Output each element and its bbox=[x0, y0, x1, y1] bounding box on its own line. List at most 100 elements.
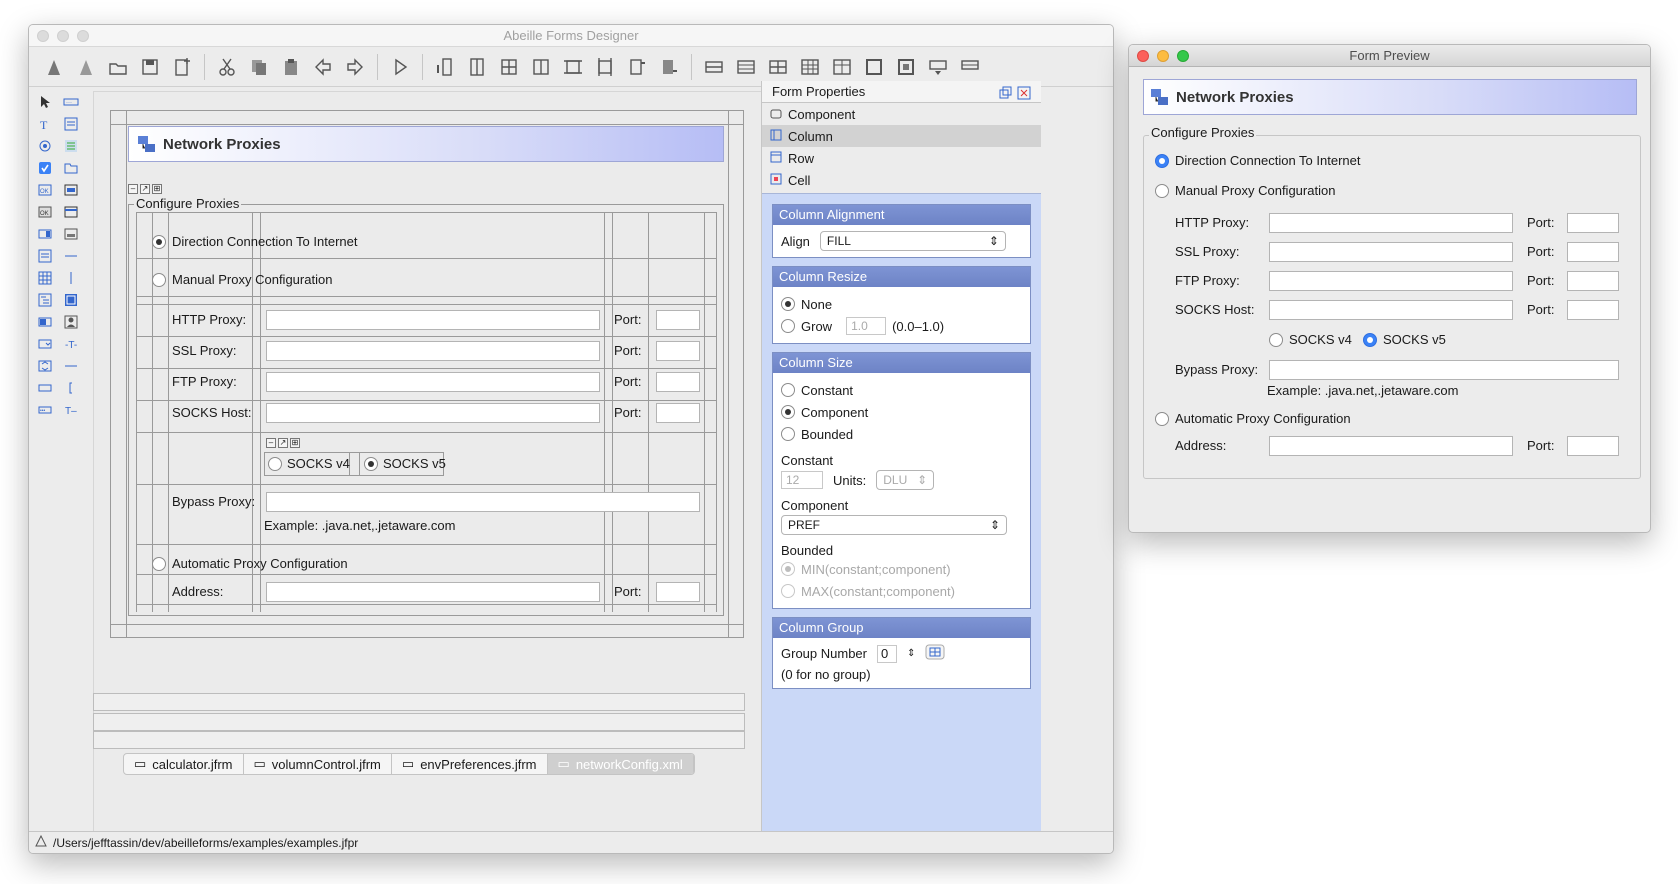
socks-port-field[interactable] bbox=[656, 403, 700, 423]
size-bounded-option[interactable]: Bounded bbox=[781, 423, 1022, 445]
bounded-min-option[interactable]: MIN(constant;component) bbox=[781, 558, 1022, 580]
preview-ftp-port-field[interactable] bbox=[1567, 271, 1619, 291]
ftp-proxy-field[interactable] bbox=[266, 372, 600, 392]
props-node-row[interactable]: Row bbox=[762, 147, 1041, 169]
address-field[interactable] bbox=[266, 582, 600, 602]
bracket-icon[interactable] bbox=[61, 379, 81, 397]
ssl-port-field[interactable] bbox=[656, 341, 700, 361]
redo-icon[interactable] bbox=[340, 52, 370, 82]
preview-address-port-field[interactable] bbox=[1567, 436, 1619, 456]
progress-icon[interactable] bbox=[35, 313, 55, 331]
socks-v4-radio[interactable] bbox=[268, 456, 282, 471]
col2-icon[interactable] bbox=[526, 52, 556, 82]
radio-direct[interactable]: Direction Connection To Internet bbox=[152, 234, 357, 249]
table-icon[interactable] bbox=[731, 52, 761, 82]
resize-grow-option[interactable]: Grow 1.0 (0.0–1.0) bbox=[781, 315, 1022, 337]
size-constant-radio[interactable] bbox=[781, 383, 795, 397]
preview-socks-v4-radio[interactable] bbox=[1269, 332, 1283, 347]
run-icon[interactable] bbox=[385, 52, 415, 82]
pointer-icon[interactable] bbox=[35, 93, 55, 111]
frame-icon[interactable] bbox=[859, 52, 889, 82]
size-component-option[interactable]: Component bbox=[781, 401, 1022, 423]
resize-none-radio[interactable] bbox=[781, 297, 795, 311]
password-icon[interactable]: ••• bbox=[35, 401, 55, 419]
new-form-icon[interactable] bbox=[39, 52, 69, 82]
ssl-proxy-field[interactable] bbox=[266, 341, 600, 361]
column-ruler[interactable] bbox=[93, 693, 745, 711]
preview-window-controls[interactable] bbox=[1137, 50, 1189, 62]
preview-address-field[interactable] bbox=[1269, 436, 1513, 456]
form-banner[interactable]: Network Proxies bbox=[128, 126, 724, 162]
bounded-max-option[interactable]: MAX(constant;component) bbox=[781, 580, 1022, 602]
socks-host-field[interactable] bbox=[266, 403, 600, 423]
dots-icon[interactable]: ··· bbox=[61, 93, 81, 111]
new-file-icon[interactable] bbox=[167, 52, 197, 82]
units-select[interactable]: DLU ⇕ bbox=[876, 470, 935, 490]
preview-radio-direct[interactable]: Direction Connection To Internet bbox=[1155, 153, 1360, 168]
resize-grow-radio[interactable] bbox=[781, 319, 795, 333]
grow-value-field[interactable]: 1.0 bbox=[846, 317, 887, 335]
constant-value-field[interactable]: 12 bbox=[781, 471, 823, 489]
row-icon[interactable] bbox=[558, 52, 588, 82]
insert-col-right-icon[interactable] bbox=[462, 52, 492, 82]
http-proxy-field[interactable] bbox=[266, 310, 600, 330]
stepper-icon[interactable]: ⇕ bbox=[907, 648, 915, 659]
tab-envpreferences[interactable]: ▭ envPreferences.jfrm bbox=[392, 754, 548, 774]
socks-v5-option[interactable]: SOCKS v5 bbox=[364, 456, 446, 471]
tree-icon[interactable] bbox=[35, 291, 55, 309]
radio-icon[interactable] bbox=[35, 137, 55, 155]
preview-socks-v5[interactable]: SOCKS v5 bbox=[1363, 332, 1446, 347]
split-icon[interactable] bbox=[699, 52, 729, 82]
close-icon[interactable] bbox=[1137, 50, 1149, 62]
size-component-radio[interactable] bbox=[781, 405, 795, 419]
cut-icon[interactable] bbox=[212, 52, 242, 82]
undo-icon[interactable] bbox=[308, 52, 338, 82]
user-icon[interactable] bbox=[61, 313, 81, 331]
save-icon[interactable] bbox=[135, 52, 165, 82]
col-icon[interactable] bbox=[494, 52, 524, 82]
bounded-min-radio[interactable] bbox=[781, 562, 795, 576]
button-icon[interactable]: OK bbox=[35, 181, 55, 199]
group-controls[interactable]: – ↗ ⊞ bbox=[128, 184, 162, 194]
toggle-icon[interactable] bbox=[35, 225, 55, 243]
new-project-icon[interactable] bbox=[71, 52, 101, 82]
preview-socks-v4[interactable]: SOCKS v4 bbox=[1269, 332, 1352, 347]
preview-radio-manual-button[interactable] bbox=[1155, 183, 1169, 198]
zoom-icon[interactable] bbox=[1177, 50, 1189, 62]
props-node-cell[interactable]: Cell bbox=[762, 169, 1041, 191]
bounded-max-radio[interactable] bbox=[781, 584, 795, 598]
dropdown-icon[interactable] bbox=[923, 52, 953, 82]
radio-manual-button[interactable] bbox=[152, 272, 166, 287]
socks-group-controls[interactable]: – ↗ ⊞ bbox=[266, 438, 300, 448]
socks-v5-radio[interactable] bbox=[364, 456, 378, 471]
text-label-icon[interactable]: T bbox=[35, 115, 55, 133]
insert-col-left-icon[interactable] bbox=[430, 52, 460, 82]
list-icon[interactable] bbox=[61, 137, 81, 155]
label-t-icon[interactable]: -T- bbox=[61, 335, 81, 353]
copy-icon[interactable] bbox=[244, 52, 274, 82]
preview-radio-auto-button[interactable] bbox=[1155, 411, 1169, 426]
separator-icon[interactable] bbox=[61, 247, 81, 265]
panel-icon[interactable] bbox=[61, 181, 81, 199]
preview-radio-auto[interactable]: Automatic Proxy Configuration bbox=[1155, 411, 1351, 426]
vertical-sep-icon[interactable] bbox=[61, 269, 81, 287]
preview-socks-field[interactable] bbox=[1269, 300, 1513, 320]
preview-ssl-field[interactable] bbox=[1269, 242, 1513, 262]
preview-ssl-port-field[interactable] bbox=[1567, 242, 1619, 262]
radio-manual[interactable]: Manual Proxy Configuration bbox=[152, 272, 332, 287]
tab-volumncontrol[interactable]: ▭ volumnControl.jfrm bbox=[244, 754, 392, 774]
list2-icon[interactable] bbox=[35, 247, 55, 265]
close-panel-icon[interactable] bbox=[1017, 85, 1031, 107]
restore-icon[interactable] bbox=[999, 85, 1013, 107]
preview-socks-port-field[interactable] bbox=[1567, 300, 1619, 320]
radio-direct-button[interactable] bbox=[152, 234, 166, 249]
bypass-proxy-field[interactable] bbox=[266, 492, 700, 512]
title-t-icon[interactable]: T– bbox=[61, 401, 81, 419]
align-icon[interactable] bbox=[622, 52, 652, 82]
checkbox-icon[interactable] bbox=[35, 159, 55, 177]
address-port-field[interactable] bbox=[656, 582, 700, 602]
row-ruler[interactable] bbox=[93, 713, 745, 731]
spinner-icon[interactable] bbox=[35, 357, 55, 375]
textarea-icon[interactable] bbox=[61, 115, 81, 133]
minimize-icon[interactable] bbox=[1157, 50, 1169, 62]
